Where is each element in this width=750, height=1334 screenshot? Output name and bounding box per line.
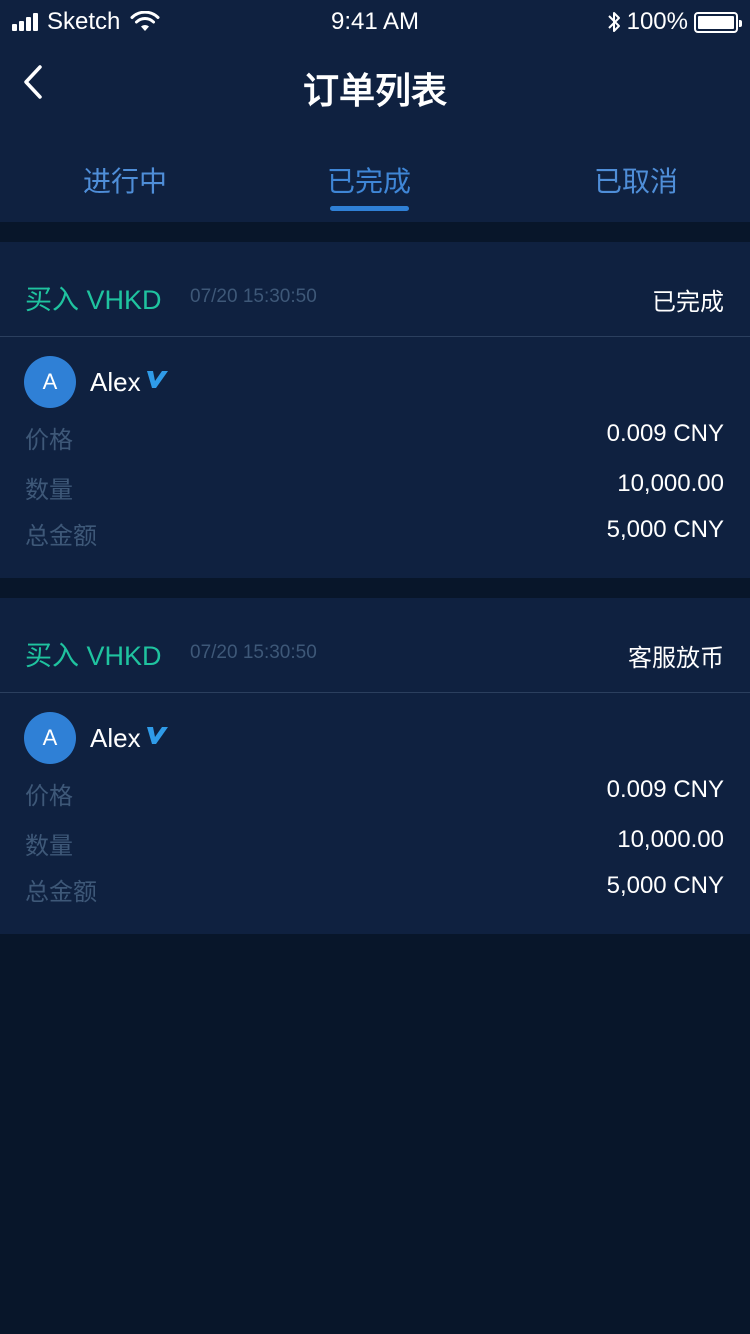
- order-time: 07/20 15:30:50: [190, 642, 317, 663]
- order-card[interactable]: 买入 VHKD 07/20 15:30:50 客服放币 A Alex 价格 0.…: [0, 598, 750, 934]
- price-value: 0.009 CNY: [606, 776, 724, 803]
- order-status: 客服放币: [628, 645, 724, 672]
- order-card[interactable]: 买入 VHKD 07/20 15:30:50 已完成 A Alex 价格 0.0…: [0, 242, 750, 578]
- order-type: 买入 VHKD: [25, 641, 162, 671]
- price-row: 价格 0.009 CNY: [0, 420, 750, 454]
- order-type: 买入 VHKD: [25, 285, 162, 315]
- nav-bar: 订单列表: [0, 44, 750, 128]
- price-row: 价格 0.009 CNY: [0, 776, 750, 810]
- status-bar: Sketch 9:41 AM 100%: [0, 0, 750, 44]
- tab-label: 已取消: [593, 166, 678, 197]
- order-list-screen: Sketch 9:41 AM 100% 订单列表 进行中 已完成 已取消 买入 …: [0, 0, 750, 1334]
- status-right: 100%: [607, 8, 742, 36]
- order-time: 07/20 15:30:50: [190, 286, 317, 307]
- user-info[interactable]: A Alex: [24, 356, 169, 408]
- total-row: 总金额 5,000 CNY: [0, 872, 750, 906]
- price-value: 0.009 CNY: [606, 420, 724, 447]
- verified-icon: [146, 727, 168, 744]
- quantity-value: 10,000.00: [617, 470, 724, 497]
- tab-cancelled[interactable]: 已取消: [511, 140, 750, 222]
- user-name: Alex: [90, 722, 141, 753]
- divider: [0, 692, 750, 693]
- quantity-row: 数量 10,000.00: [0, 826, 750, 860]
- user-name: Alex: [90, 366, 141, 397]
- quantity-row: 数量 10,000.00: [0, 470, 750, 504]
- quantity-label: 数量: [25, 477, 73, 504]
- bluetooth-icon: [607, 12, 620, 32]
- tab-label: 已完成: [326, 166, 411, 197]
- verified-icon: [146, 371, 168, 388]
- quantity-value: 10,000.00: [617, 826, 724, 853]
- divider: [0, 336, 750, 337]
- total-label: 总金额: [25, 523, 97, 550]
- total-value: 5,000 CNY: [606, 872, 724, 899]
- order-status: 已完成: [652, 289, 724, 316]
- avatar: A: [24, 712, 76, 764]
- price-label: 价格: [25, 427, 73, 454]
- quantity-label: 数量: [25, 833, 73, 860]
- active-tab-indicator: [330, 206, 409, 211]
- avatar: A: [24, 356, 76, 408]
- header: Sketch 9:41 AM 100% 订单列表 进行中 已完成 已取消: [0, 0, 750, 222]
- tab-in-progress[interactable]: 进行中: [0, 140, 250, 222]
- battery-icon: [694, 11, 742, 33]
- user-info[interactable]: A Alex: [24, 712, 169, 764]
- total-value: 5,000 CNY: [606, 516, 724, 543]
- order-card-header: 买入 VHKD 07/20 15:30:50 客服放币: [0, 598, 750, 692]
- page-title: 订单列表: [302, 70, 447, 111]
- total-label: 总金额: [25, 879, 97, 906]
- price-label: 价格: [25, 783, 73, 810]
- tab-label: 进行中: [82, 166, 167, 197]
- battery-percent: 100%: [626, 8, 688, 35]
- total-row: 总金额 5,000 CNY: [0, 516, 750, 550]
- order-card-header: 买入 VHKD 07/20 15:30:50 已完成: [0, 242, 750, 336]
